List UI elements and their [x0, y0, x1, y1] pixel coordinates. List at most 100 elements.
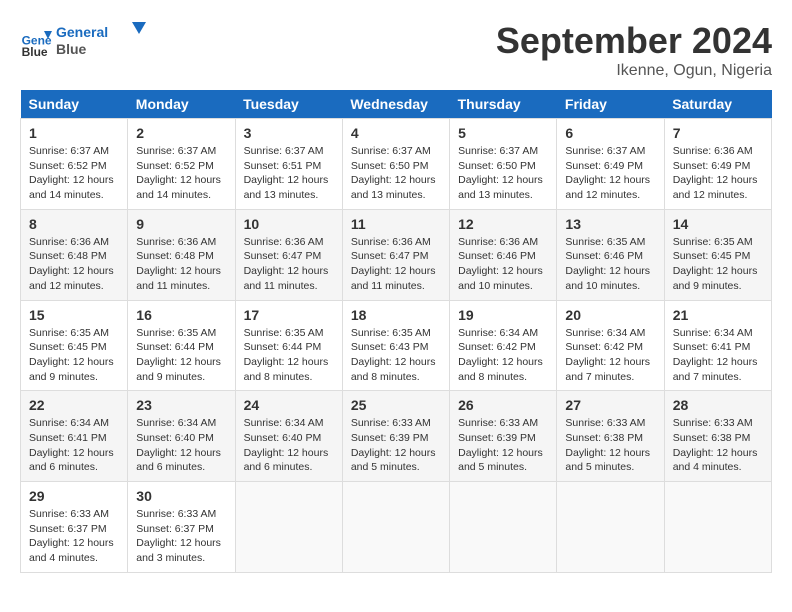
logo-text: General Blue [56, 20, 146, 65]
title-area: September 2024 Ikenne, Ogun, Nigeria [496, 20, 772, 80]
day-number: 10 [244, 216, 334, 232]
day-number: 16 [136, 307, 226, 323]
day-number: 23 [136, 397, 226, 413]
day-info: Sunrise: 6:35 AMSunset: 6:45 PMDaylight:… [673, 235, 763, 294]
calendar-cell: 20Sunrise: 6:34 AMSunset: 6:42 PMDayligh… [557, 300, 664, 391]
header: General Blue General Blue September 2024… [20, 20, 772, 80]
day-number: 6 [565, 125, 655, 141]
day-number: 27 [565, 397, 655, 413]
day-info: Sunrise: 6:37 AMSunset: 6:52 PMDaylight:… [29, 144, 119, 203]
day-number: 29 [29, 488, 119, 504]
day-info: Sunrise: 6:36 AMSunset: 6:49 PMDaylight:… [673, 144, 763, 203]
calendar-cell: 27 Sunrise: 6:33 AMSunset: 6:38 PMDayligh… [557, 391, 664, 482]
calendar-cell: 22 Sunrise: 6:34 AMSunset: 6:41 PMDayligh… [21, 391, 128, 482]
weekday-header-monday: Monday [128, 90, 235, 119]
calendar-cell [557, 482, 664, 573]
calendar-cell: 6 Sunrise: 6:37 AMSunset: 6:49 PMDaylight… [557, 119, 664, 210]
day-info: Sunrise: 6:36 AMSunset: 6:47 PMDaylight:… [244, 235, 334, 294]
day-number: 14 [673, 216, 763, 232]
day-number: 4 [351, 125, 441, 141]
calendar-cell [450, 482, 557, 573]
calendar-cell: 23 Sunrise: 6:34 AMSunset: 6:40 PMDayligh… [128, 391, 235, 482]
day-number: 3 [244, 125, 334, 141]
day-number: 28 [673, 397, 763, 413]
day-info: Sunrise: 6:33 AMSunset: 6:37 PMDaylight:… [136, 507, 226, 566]
day-info: Sunrise: 6:33 AMSunset: 6:39 PMDaylight:… [458, 416, 548, 475]
day-number: 1 [29, 125, 119, 141]
calendar-cell [342, 482, 449, 573]
day-number: 17 [244, 307, 334, 323]
day-number: 20 [565, 307, 655, 323]
day-info: Sunrise: 6:37 AMSunset: 6:52 PMDaylight:… [136, 144, 226, 203]
svg-text:Blue: Blue [56, 41, 87, 57]
calendar-week-row: 15 Sunrise: 6:35 AMSunset: 6:45 PMDayligh… [21, 300, 772, 391]
day-number: 8 [29, 216, 119, 232]
day-info: Sunrise: 6:37 AMSunset: 6:49 PMDaylight:… [565, 144, 655, 203]
weekday-header-tuesday: Tuesday [235, 90, 342, 119]
day-info: Sunrise: 6:34 AMSunset: 6:41 PMDaylight:… [673, 326, 763, 385]
calendar-cell: 9 Sunrise: 6:36 AMSunset: 6:48 PMDaylight… [128, 209, 235, 300]
weekday-header-thursday: Thursday [450, 90, 557, 119]
calendar-cell: 5 Sunrise: 6:37 AMSunset: 6:50 PMDaylight… [450, 119, 557, 210]
day-info: Sunrise: 6:35 AMSunset: 6:43 PMDaylight:… [351, 326, 441, 385]
day-info: Sunrise: 6:33 AMSunset: 6:39 PMDaylight:… [351, 416, 441, 475]
logo: General Blue General Blue [20, 20, 146, 65]
calendar-cell: 25 Sunrise: 6:33 AMSunset: 6:39 PMDayligh… [342, 391, 449, 482]
calendar-cell: 12Sunrise: 6:36 AMSunset: 6:46 PMDayligh… [450, 209, 557, 300]
day-number: 12 [458, 216, 548, 232]
day-info: Sunrise: 6:34 AMSunset: 6:40 PMDaylight:… [136, 416, 226, 475]
calendar-cell [235, 482, 342, 573]
calendar-cell: 29 Sunrise: 6:33 AMSunset: 6:37 PMDayligh… [21, 482, 128, 573]
svg-text:General: General [56, 24, 108, 40]
day-info: Sunrise: 6:33 AMSunset: 6:38 PMDaylight:… [673, 416, 763, 475]
calendar-cell: 11 Sunrise: 6:36 AMSunset: 6:47 PMDayligh… [342, 209, 449, 300]
day-info: Sunrise: 6:34 AMSunset: 6:40 PMDaylight:… [244, 416, 334, 475]
calendar-cell: 28 Sunrise: 6:33 AMSunset: 6:38 PMDayligh… [664, 391, 771, 482]
calendar-cell: 26 Sunrise: 6:33 AMSunset: 6:39 PMDayligh… [450, 391, 557, 482]
calendar-cell: 30 Sunrise: 6:33 AMSunset: 6:37 PMDayligh… [128, 482, 235, 573]
day-info: Sunrise: 6:37 AMSunset: 6:50 PMDaylight:… [458, 144, 548, 203]
calendar-cell: 1 Sunrise: 6:37 AMSunset: 6:52 PMDaylight… [21, 119, 128, 210]
calendar-cell: 21Sunrise: 6:34 AMSunset: 6:41 PMDayligh… [664, 300, 771, 391]
day-number: 15 [29, 307, 119, 323]
weekday-header-saturday: Saturday [664, 90, 771, 119]
day-info: Sunrise: 6:35 AMSunset: 6:44 PMDaylight:… [136, 326, 226, 385]
day-number: 9 [136, 216, 226, 232]
day-info: Sunrise: 6:35 AMSunset: 6:44 PMDaylight:… [244, 326, 334, 385]
day-info: Sunrise: 6:35 AMSunset: 6:45 PMDaylight:… [29, 326, 119, 385]
day-number: 26 [458, 397, 548, 413]
location-title: Ikenne, Ogun, Nigeria [496, 62, 772, 80]
day-number: 13 [565, 216, 655, 232]
day-number: 22 [29, 397, 119, 413]
calendar-cell: 4Sunrise: 6:37 AMSunset: 6:50 PMDaylight… [342, 119, 449, 210]
calendar-table: SundayMondayTuesdayWednesdayThursdayFrid… [20, 90, 772, 573]
weekday-header-sunday: Sunday [21, 90, 128, 119]
calendar-cell [664, 482, 771, 573]
day-info: Sunrise: 6:33 AMSunset: 6:37 PMDaylight:… [29, 507, 119, 566]
day-number: 24 [244, 397, 334, 413]
day-info: Sunrise: 6:34 AMSunset: 6:41 PMDaylight:… [29, 416, 119, 475]
logo-icon: General Blue [20, 27, 52, 59]
day-number: 5 [458, 125, 548, 141]
day-number: 30 [136, 488, 226, 504]
calendar-cell: 17 Sunrise: 6:35 AMSunset: 6:44 PMDayligh… [235, 300, 342, 391]
day-info: Sunrise: 6:36 AMSunset: 6:48 PMDaylight:… [29, 235, 119, 294]
weekday-header-friday: Friday [557, 90, 664, 119]
month-title: September 2024 [496, 20, 772, 62]
calendar-cell: 16 Sunrise: 6:35 AMSunset: 6:44 PMDayligh… [128, 300, 235, 391]
day-number: 18 [351, 307, 441, 323]
calendar-week-row: 29 Sunrise: 6:33 AMSunset: 6:37 PMDayligh… [21, 482, 772, 573]
calendar-cell: 24 Sunrise: 6:34 AMSunset: 6:40 PMDayligh… [235, 391, 342, 482]
calendar-week-row: 22 Sunrise: 6:34 AMSunset: 6:41 PMDayligh… [21, 391, 772, 482]
calendar-cell: 19Sunrise: 6:34 AMSunset: 6:42 PMDayligh… [450, 300, 557, 391]
day-number: 25 [351, 397, 441, 413]
day-info: Sunrise: 6:36 AMSunset: 6:48 PMDaylight:… [136, 235, 226, 294]
calendar-cell: 15 Sunrise: 6:35 AMSunset: 6:45 PMDayligh… [21, 300, 128, 391]
day-number: 7 [673, 125, 763, 141]
day-info: Sunrise: 6:36 AMSunset: 6:47 PMDaylight:… [351, 235, 441, 294]
day-info: Sunrise: 6:33 AMSunset: 6:38 PMDaylight:… [565, 416, 655, 475]
day-info: Sunrise: 6:35 AMSunset: 6:46 PMDaylight:… [565, 235, 655, 294]
day-number: 11 [351, 216, 441, 232]
day-info: Sunrise: 6:34 AMSunset: 6:42 PMDaylight:… [458, 326, 548, 385]
calendar-cell: 2Sunrise: 6:37 AMSunset: 6:52 PMDaylight… [128, 119, 235, 210]
